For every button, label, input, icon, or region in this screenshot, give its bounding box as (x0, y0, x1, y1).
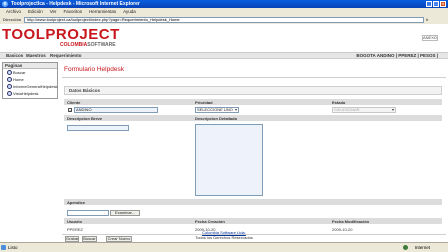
status-bar: Listo Internet (0, 242, 448, 252)
prioridad-label: Prioridad (195, 100, 213, 105)
minimize-button[interactable]: _ (426, 1, 432, 7)
status-text: Listo (8, 245, 18, 250)
maximize-button[interactable]: □ (433, 1, 439, 7)
desc-detallada-textarea[interactable] (195, 124, 263, 196)
menu-ayuda[interactable]: Ayuda (123, 8, 136, 16)
page-title: Formulario Helpdesk (64, 66, 124, 73)
page-icon (1, 245, 6, 250)
fecha-modificacion-label: Fecha Modificación (332, 219, 370, 224)
nav-maestros[interactable]: Maestros (26, 53, 46, 59)
desc-breve-input[interactable] (67, 125, 129, 131)
section-title: Datos Básicos (64, 86, 442, 95)
nav-basicos[interactable]: Basicos (6, 53, 23, 59)
magnifier-icon (7, 77, 12, 82)
browser-window: e ToolprojectIca - Helpdesk - Microsoft … (0, 0, 448, 252)
apendice-bar (64, 199, 442, 205)
menu-favoritos[interactable]: Favoritos (64, 8, 83, 16)
logo-main-text: TOOLPROJECT (2, 26, 120, 43)
top-nav: Basicos Maestros Requerimiento BOGOTA AN… (0, 52, 448, 59)
title-bar: e ToolprojectIca - Helpdesk - Microsoft … (0, 0, 448, 8)
footer-rights: Todos los Derechos Reservados (195, 235, 253, 240)
prioridad-select[interactable]: SELECCIONE UNO (195, 107, 239, 113)
cliente-label: Cliente (67, 100, 81, 105)
page-content: TOOLPROJECT COLOMBIASOFTWARE ANEXO Basic… (0, 24, 448, 242)
logo-subtitle: COLOMBIASOFTWARE (60, 42, 116, 48)
close-button[interactable]: × (440, 1, 446, 7)
ie-icon: e (2, 1, 8, 7)
toolproject-logo: TOOLPROJECT COLOMBIASOFTWARE (2, 26, 120, 48)
usuario-label: Usuario (67, 219, 82, 224)
cliente-field[interactable]: ANDINO (74, 107, 158, 113)
cliente-checkbox[interactable]: ✓ (68, 108, 72, 113)
sidebar-item-home[interactable]: Home (3, 76, 57, 83)
estado-select[interactable]: SIN ASIGNAR (332, 107, 396, 113)
apendice-label: Apendice (67, 200, 86, 205)
menu-ver[interactable]: Ver (50, 8, 57, 16)
nav-requerimiento[interactable]: Requerimiento (50, 53, 82, 59)
examinar-button[interactable]: Examinar... (110, 210, 140, 216)
address-bar: Dirección http://www.toolproject.ca/tool… (0, 16, 448, 24)
magnifier-icon (7, 70, 12, 75)
menu-edicion[interactable]: Edición (28, 8, 43, 16)
address-input[interactable]: http://www.toolproject.ca/toolproject/in… (24, 17, 424, 23)
menu-bar: Archivo Edición Ver Favoritos Herramient… (0, 8, 448, 16)
window-title: ToolprojectIca - Helpdesk - Microsoft In… (11, 1, 140, 7)
zone-text: Internet (414, 245, 430, 250)
page-footer: Colombia Software Ltda. Todos los Derech… (0, 230, 448, 240)
row-labels-bar (64, 99, 442, 105)
address-label: Dirección (3, 17, 22, 22)
divider (62, 77, 446, 78)
menu-herramientas[interactable]: Herramientas (89, 8, 116, 16)
internet-zone-icon (403, 245, 408, 250)
desc-detallada-label: Descripcion Detallada (195, 116, 237, 121)
estado-label: Estado (332, 100, 346, 105)
magnifier-icon (7, 84, 12, 89)
user-info: BOGOTA ANDINO | PPEREZ | PESOS | (356, 53, 438, 58)
desc-breve-label: Descripcion Breve (67, 116, 103, 121)
form-area: Formulario Helpdesk Datos Básicos Client… (62, 62, 446, 242)
menu-archivo[interactable]: Archivo (6, 8, 21, 16)
apendice-file-input[interactable] (67, 210, 109, 216)
go-button[interactable]: Ir (426, 17, 444, 23)
magnifier-icon (7, 91, 12, 96)
fecha-creacion-label: Fecha Creación (195, 219, 225, 224)
desc-labels-bar (64, 115, 442, 121)
meta-labels-bar (64, 218, 442, 224)
sidebar: Paginas Buscar Home InformeGeneralHelpde… (2, 62, 58, 99)
sidebar-item-buscar[interactable]: Buscar (3, 69, 57, 76)
sidebar-item-informe[interactable]: InformeGeneralHelpdesk (3, 83, 57, 90)
anexo-button[interactable]: ANEXO (422, 35, 438, 41)
sidebar-item-vista[interactable]: VistaHelpdesk (3, 90, 57, 97)
